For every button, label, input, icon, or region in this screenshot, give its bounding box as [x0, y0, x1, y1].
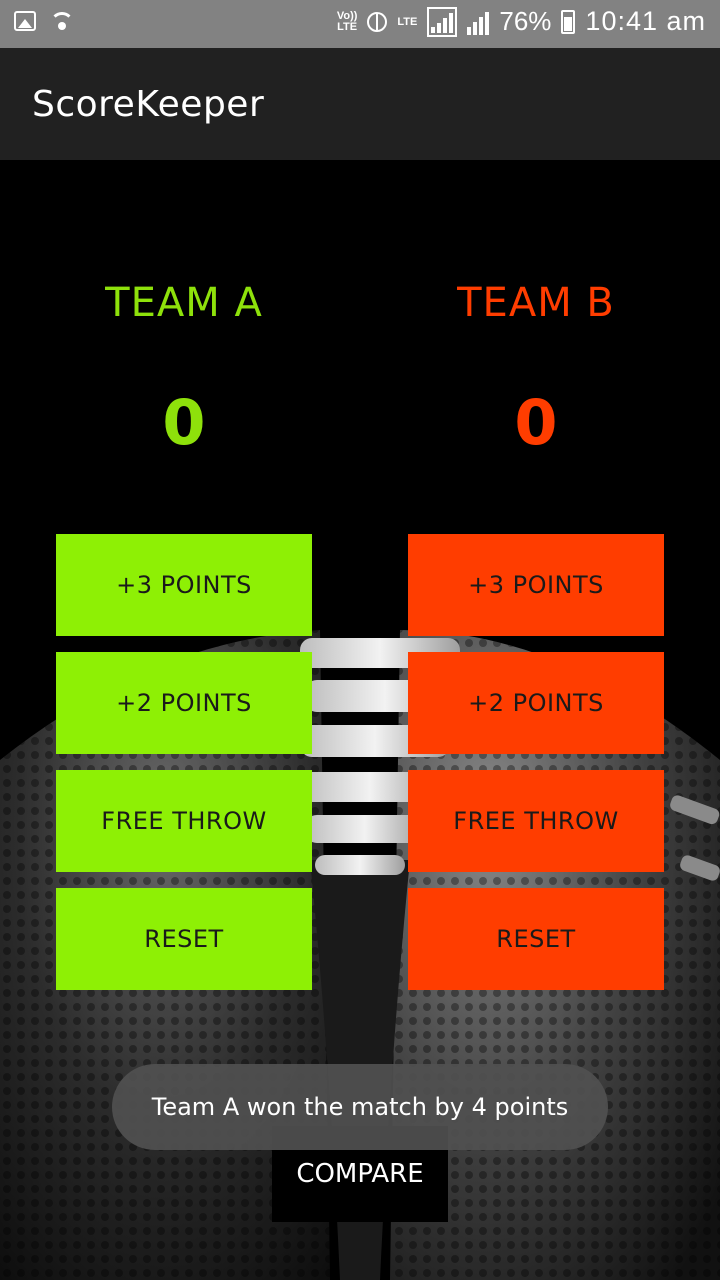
- team-a-plus2-button[interactable]: +2 POINTS: [56, 652, 312, 754]
- app-bar: ScoreKeeper: [0, 48, 720, 160]
- status-bar-right: Vo)) LTE LTE 76% 10:41 am: [337, 6, 706, 37]
- lte-label: LTE: [397, 15, 418, 28]
- team-b-plus2-button[interactable]: +2 POINTS: [408, 652, 664, 754]
- team-a-plus3-button[interactable]: +3 POINTS: [56, 534, 312, 636]
- battery-percent: 76%: [499, 6, 552, 36]
- wifi-icon: [50, 10, 74, 32]
- signal-icon: [467, 9, 490, 35]
- team-b-free-throw-button[interactable]: FREE THROW: [408, 770, 664, 872]
- battery-icon: [561, 9, 576, 34]
- team-a-free-throw-button[interactable]: FREE THROW: [56, 770, 312, 872]
- lte-signal-icon: [427, 6, 458, 37]
- team-a-score: 0: [162, 386, 206, 459]
- app-title: ScoreKeeper: [32, 84, 265, 125]
- image-icon: [14, 11, 36, 31]
- toast-message: Team A won the match by 4 points: [112, 1064, 608, 1150]
- team-b-name: TEAM B: [457, 280, 615, 326]
- team-a-name: TEAM A: [105, 280, 263, 326]
- team-b-plus3-button[interactable]: +3 POINTS: [408, 534, 664, 636]
- team-b-score: 0: [514, 386, 558, 459]
- status-bar-left: [14, 10, 74, 32]
- volte-icon: Vo)) LTE: [336, 9, 358, 33]
- status-bar: Vo)) LTE LTE 76% 10:41 am: [0, 0, 720, 48]
- clock: 10:41 am: [585, 6, 706, 36]
- globe-icon: [367, 11, 388, 32]
- team-a-reset-button[interactable]: RESET: [56, 888, 312, 990]
- team-b-reset-button[interactable]: RESET: [408, 888, 664, 990]
